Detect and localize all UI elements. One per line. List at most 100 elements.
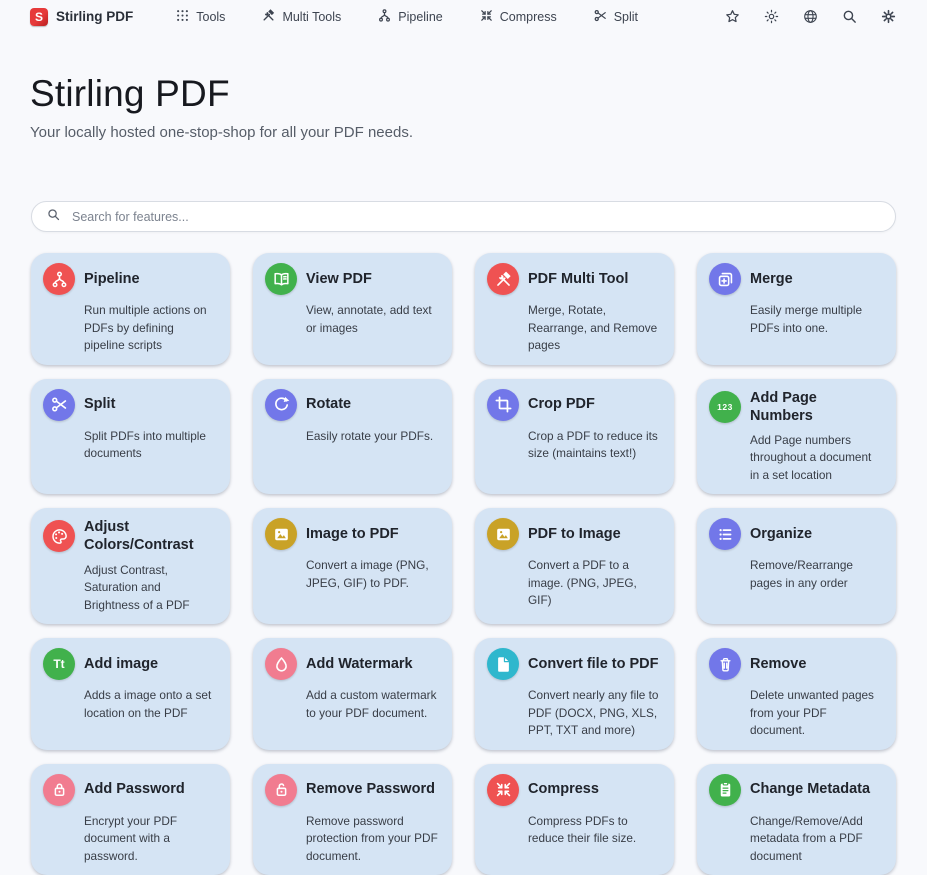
pipeline-icon (43, 263, 75, 295)
nav-item-label: Compress (500, 10, 557, 24)
unlock-icon (265, 774, 297, 806)
card-add-watermark[interactable]: Add WatermarkAdd a custom watermark to y… (253, 638, 452, 750)
nav-item-multi-tools[interactable]: Multi Tools (261, 8, 341, 26)
card-description: Compress PDFs to reduce their file size. (528, 813, 661, 848)
search-icon (46, 207, 61, 227)
text-Tt-icon: Tt (43, 648, 75, 680)
card-change-metadata[interactable]: Change Metadata Change/Remove/Add metadat… (697, 764, 896, 875)
clipboard-icon (709, 774, 741, 806)
card-add-page-numbers[interactable]: 123Add Page NumbersAdd Page numbers thro… (697, 379, 896, 495)
page-title: Stirling PDF (30, 73, 897, 115)
settings-gear-icon[interactable] (880, 8, 897, 25)
card-rotate[interactable]: Rotate Easily rotate your PDFs. (253, 379, 452, 495)
card-title: Remove Password (306, 780, 435, 798)
card-title: View PDF (306, 270, 372, 288)
brand[interactable]: S Stirling PDF (30, 8, 133, 26)
card-description: Easily merge multiple PDFs into one. (750, 302, 883, 337)
image-icon (265, 518, 297, 550)
nav-item-label: Multi Tools (282, 10, 341, 24)
nav-item-label: Pipeline (398, 10, 442, 24)
card-title: PDF Multi Tool (528, 270, 628, 288)
list-icon (709, 518, 741, 550)
lock-icon (43, 774, 75, 806)
card-title: Change Metadata (750, 780, 870, 798)
card-title: Convert file to PDF (528, 655, 659, 673)
stirling-logo-icon: S (30, 8, 48, 26)
card-title: Pipeline (84, 270, 140, 288)
favourite-star-icon[interactable] (724, 8, 741, 25)
feature-searchbar[interactable] (31, 201, 896, 232)
grid-icon (175, 8, 190, 26)
nav-item-pipeline[interactable]: Pipeline (377, 8, 442, 26)
scissors-icon (593, 8, 608, 26)
card-remove[interactable]: Remove Delete unwanted pages from your PD… (697, 638, 896, 750)
palette-icon (43, 520, 75, 552)
card-add-image[interactable]: TtAdd imageAdds a image onto a set locat… (31, 638, 230, 750)
nav-item-tools[interactable]: Tools (175, 8, 225, 26)
nav-items: Tools Multi Tools Pipeline Compress Split (175, 8, 638, 26)
compress-icon (479, 8, 494, 26)
card-title: Add image (84, 655, 158, 673)
card-compress[interactable]: Compress Compress PDFs to reduce their fi… (475, 764, 674, 875)
card-description: Convert nearly any file to PDF (DOCX, PN… (528, 687, 661, 740)
card-description: Crop a PDF to reduce its size (maintains… (528, 428, 661, 463)
card-description: Delete unwanted pages from your PDF docu… (750, 687, 883, 740)
card-title: PDF to Image (528, 525, 621, 543)
rotate-icon (265, 389, 297, 421)
card-convert-file-to-pdf[interactable]: Convert file to PDF Convert nearly any fi… (475, 638, 674, 750)
card-add-password[interactable]: Add PasswordEncrypt your PDF document wi… (31, 764, 230, 875)
page-subtitle: Your locally hosted one-stop-shop for al… (30, 124, 897, 141)
language-globe-icon[interactable] (802, 8, 819, 25)
card-description: Convert a PDF to a image. (PNG, JPEG, GI… (528, 557, 661, 610)
card-description: Add Page numbers throughout a document i… (750, 432, 883, 485)
nav-item-label: Split (614, 10, 638, 24)
card-view-pdf[interactable]: View PDF View, annotate, add text or imag… (253, 253, 452, 365)
card-title: Image to PDF (306, 525, 399, 543)
card-description: Split PDFs into multiple documents (84, 428, 217, 463)
card-title: Rotate (306, 395, 351, 413)
tool-card-grid: Pipeline Run multiple actions on PDFs by … (31, 253, 896, 875)
pipeline-icon (377, 8, 392, 26)
card-description: Merge, Rotate, Rearrange, and Remove pag… (528, 302, 661, 355)
card-remove-password[interactable]: Remove Password Remove password protectio… (253, 764, 452, 875)
nav-item-label: Tools (196, 10, 225, 24)
card-split[interactable]: Split Split PDFs into multiple documents (31, 379, 230, 495)
card-title: Remove (750, 655, 806, 673)
card-pipeline[interactable]: Pipeline Run multiple actions on PDFs by … (31, 253, 230, 365)
card-title: Organize (750, 525, 812, 543)
hero: Stirling PDF Your locally hosted one-sto… (0, 33, 927, 141)
multi-tools-icon (487, 263, 519, 295)
card-title: Add Page Numbers (750, 389, 883, 425)
search-icon[interactable] (841, 8, 858, 25)
card-description: Remove password protection from your PDF… (306, 813, 439, 866)
theme-brightness-icon[interactable] (763, 8, 780, 25)
book-icon (265, 263, 297, 295)
merge-icon (709, 263, 741, 295)
navbar-action-icons (724, 8, 897, 25)
card-description: Change/Remove/Add metadata from a PDF do… (750, 813, 883, 866)
card-description: Convert a image (PNG, JPEG, GIF) to PDF. (306, 557, 439, 592)
card-description: Run multiple actions on PDFs by defining… (84, 302, 217, 355)
card-description: Easily rotate your PDFs. (306, 428, 439, 446)
card-title: Split (84, 395, 115, 413)
card-pdf-to-image[interactable]: PDF to Image Convert a PDF to a image. (P… (475, 508, 674, 624)
card-title: Merge (750, 270, 793, 288)
brand-label: Stirling PDF (56, 9, 133, 24)
card-adjust-colors-contrast[interactable]: Adjust Colors/ContrastAdjust Contrast, S… (31, 508, 230, 624)
top-navbar: S Stirling PDF Tools Multi Tools Pipeline C… (0, 0, 927, 33)
card-organize[interactable]: Organize Remove/Rearrange pages in any or… (697, 508, 896, 624)
image-icon (487, 518, 519, 550)
card-crop-pdf[interactable]: Crop PDFCrop a PDF to reduce its size (m… (475, 379, 674, 495)
feature-search-input[interactable] (72, 210, 881, 224)
file-icon (487, 648, 519, 680)
nav-item-split[interactable]: Split (593, 8, 638, 26)
card-description: View, annotate, add text or images (306, 302, 439, 337)
card-title: Adjust Colors/Contrast (84, 518, 217, 554)
card-image-to-pdf[interactable]: Image to PDF Convert a image (PNG, JPEG, … (253, 508, 452, 624)
card-description: Remove/Rearrange pages in any order (750, 557, 883, 592)
card-pdf-multi-tool[interactable]: PDF Multi Tool Merge, Rotate, Rearrange, … (475, 253, 674, 365)
card-merge[interactable]: Merge Easily merge multiple PDFs into one… (697, 253, 896, 365)
multi-tools-icon (261, 8, 276, 26)
card-title: Compress (528, 780, 599, 798)
nav-item-compress[interactable]: Compress (479, 8, 557, 26)
